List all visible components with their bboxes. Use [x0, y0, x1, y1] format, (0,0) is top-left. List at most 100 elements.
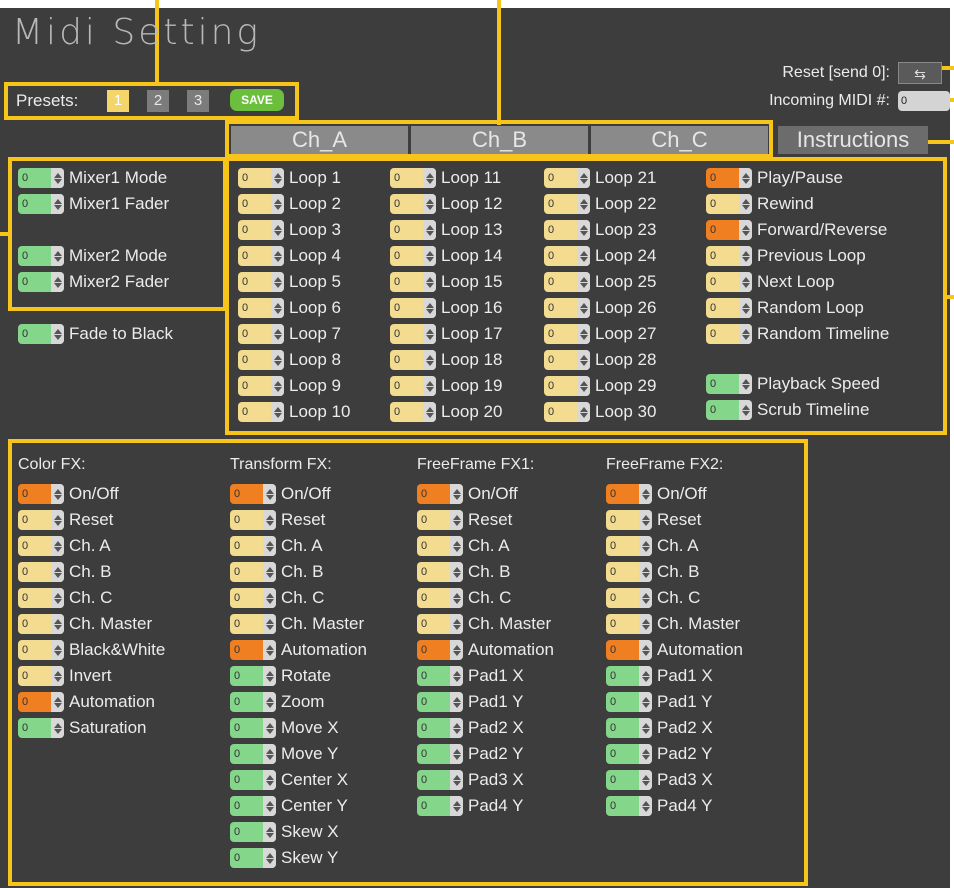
spinner-arrows-icon[interactable]: [271, 298, 284, 318]
midi-number-box[interactable]: 0: [544, 324, 590, 344]
midi-number-box[interactable]: 0: [390, 194, 436, 214]
spinner-arrows-icon[interactable]: [450, 614, 463, 634]
spinner-arrows-icon[interactable]: [450, 484, 463, 504]
spinner-arrows-icon[interactable]: [263, 822, 276, 842]
spinner-arrows-icon[interactable]: [263, 588, 276, 608]
spinner-arrows-icon[interactable]: [263, 666, 276, 686]
midi-number-box[interactable]: 0: [606, 614, 652, 634]
spinner-arrows-icon[interactable]: [263, 692, 276, 712]
midi-number-box[interactable]: 0: [18, 194, 64, 214]
midi-number-box[interactable]: 0: [706, 400, 752, 420]
midi-number-box[interactable]: 0: [544, 246, 590, 266]
midi-number-box[interactable]: 0: [706, 298, 752, 318]
midi-number-box[interactable]: 0: [606, 484, 652, 504]
midi-number-box[interactable]: 0: [238, 376, 284, 396]
spinner-arrows-icon[interactable]: [51, 246, 64, 266]
midi-number-box[interactable]: 0: [606, 666, 652, 686]
midi-number-box[interactable]: 0: [390, 376, 436, 396]
spinner-arrows-icon[interactable]: [450, 536, 463, 556]
midi-number-box[interactable]: 0: [417, 718, 463, 738]
spinner-arrows-icon[interactable]: [271, 220, 284, 240]
spinner-arrows-icon[interactable]: [450, 562, 463, 582]
midi-number-box[interactable]: 0: [230, 510, 276, 530]
midi-number-box[interactable]: 0: [417, 614, 463, 634]
midi-number-box[interactable]: 0: [18, 324, 64, 344]
spinner-arrows-icon[interactable]: [739, 246, 752, 266]
spinner-arrows-icon[interactable]: [639, 614, 652, 634]
midi-number-box[interactable]: 0: [238, 272, 284, 292]
spinner-arrows-icon[interactable]: [263, 484, 276, 504]
midi-number-box[interactable]: 0: [18, 692, 64, 712]
midi-number-box[interactable]: 0: [390, 168, 436, 188]
midi-number-box[interactable]: 0: [18, 614, 64, 634]
spinner-arrows-icon[interactable]: [271, 376, 284, 396]
preset-button-2[interactable]: 2: [147, 90, 169, 112]
spinner-arrows-icon[interactable]: [263, 640, 276, 660]
midi-number-box[interactable]: 0: [230, 562, 276, 582]
spinner-arrows-icon[interactable]: [577, 324, 590, 344]
spinner-arrows-icon[interactable]: [51, 666, 64, 686]
tab-instructions[interactable]: Instructions: [778, 126, 928, 154]
spinner-arrows-icon[interactable]: [423, 194, 436, 214]
midi-number-box[interactable]: 0: [544, 376, 590, 396]
midi-number-box[interactable]: 0: [544, 350, 590, 370]
spinner-arrows-icon[interactable]: [450, 796, 463, 816]
preset-button-1[interactable]: 1: [107, 90, 129, 112]
midi-number-box[interactable]: 0: [606, 562, 652, 582]
midi-number-box[interactable]: 0: [390, 324, 436, 344]
spinner-arrows-icon[interactable]: [263, 744, 276, 764]
midi-number-box[interactable]: 0: [606, 588, 652, 608]
spinner-arrows-icon[interactable]: [271, 246, 284, 266]
tab-ch-b[interactable]: Ch_B: [411, 126, 588, 154]
spinner-arrows-icon[interactable]: [639, 562, 652, 582]
spinner-arrows-icon[interactable]: [423, 324, 436, 344]
midi-number-box[interactable]: 0: [417, 744, 463, 764]
tab-ch-a[interactable]: Ch_A: [231, 126, 408, 154]
midi-number-box[interactable]: 0: [706, 272, 752, 292]
spinner-arrows-icon[interactable]: [271, 402, 284, 422]
midi-number-box[interactable]: 0: [390, 272, 436, 292]
midi-number-box[interactable]: 0: [544, 168, 590, 188]
spinner-arrows-icon[interactable]: [51, 692, 64, 712]
midi-number-box[interactable]: 0: [18, 588, 64, 608]
spinner-arrows-icon[interactable]: [577, 246, 590, 266]
tab-ch-c[interactable]: Ch_C: [591, 126, 768, 154]
midi-number-box[interactable]: 0: [230, 484, 276, 504]
spinner-arrows-icon[interactable]: [577, 168, 590, 188]
midi-number-box[interactable]: 0: [417, 796, 463, 816]
preset-button-3[interactable]: 3: [187, 90, 209, 112]
spinner-arrows-icon[interactable]: [450, 640, 463, 660]
spinner-arrows-icon[interactable]: [271, 194, 284, 214]
spinner-arrows-icon[interactable]: [450, 770, 463, 790]
midi-number-box[interactable]: 0: [18, 640, 64, 660]
midi-number-box[interactable]: 0: [390, 402, 436, 422]
midi-number-box[interactable]: 0: [417, 484, 463, 504]
spinner-arrows-icon[interactable]: [639, 718, 652, 738]
spinner-arrows-icon[interactable]: [739, 220, 752, 240]
midi-number-box[interactable]: 0: [18, 562, 64, 582]
spinner-arrows-icon[interactable]: [263, 718, 276, 738]
midi-number-box[interactable]: 0: [417, 666, 463, 686]
reset-button[interactable]: ⇆: [898, 62, 942, 84]
spinner-arrows-icon[interactable]: [51, 614, 64, 634]
spinner-arrows-icon[interactable]: [271, 324, 284, 344]
spinner-arrows-icon[interactable]: [263, 796, 276, 816]
midi-number-box[interactable]: 0: [230, 848, 276, 868]
midi-number-box[interactable]: 0: [417, 510, 463, 530]
midi-number-box[interactable]: 0: [606, 718, 652, 738]
midi-number-box[interactable]: 0: [390, 246, 436, 266]
midi-number-box[interactable]: 0: [417, 536, 463, 556]
midi-number-box[interactable]: 0: [606, 692, 652, 712]
spinner-arrows-icon[interactable]: [577, 350, 590, 370]
midi-number-box[interactable]: 0: [706, 324, 752, 344]
spinner-arrows-icon[interactable]: [51, 562, 64, 582]
spinner-arrows-icon[interactable]: [271, 350, 284, 370]
spinner-arrows-icon[interactable]: [639, 536, 652, 556]
spinner-arrows-icon[interactable]: [423, 298, 436, 318]
spinner-arrows-icon[interactable]: [51, 588, 64, 608]
midi-number-box[interactable]: 0: [18, 246, 64, 266]
spinner-arrows-icon[interactable]: [423, 246, 436, 266]
midi-number-box[interactable]: 0: [390, 220, 436, 240]
spinner-arrows-icon[interactable]: [639, 640, 652, 660]
spinner-arrows-icon[interactable]: [423, 168, 436, 188]
